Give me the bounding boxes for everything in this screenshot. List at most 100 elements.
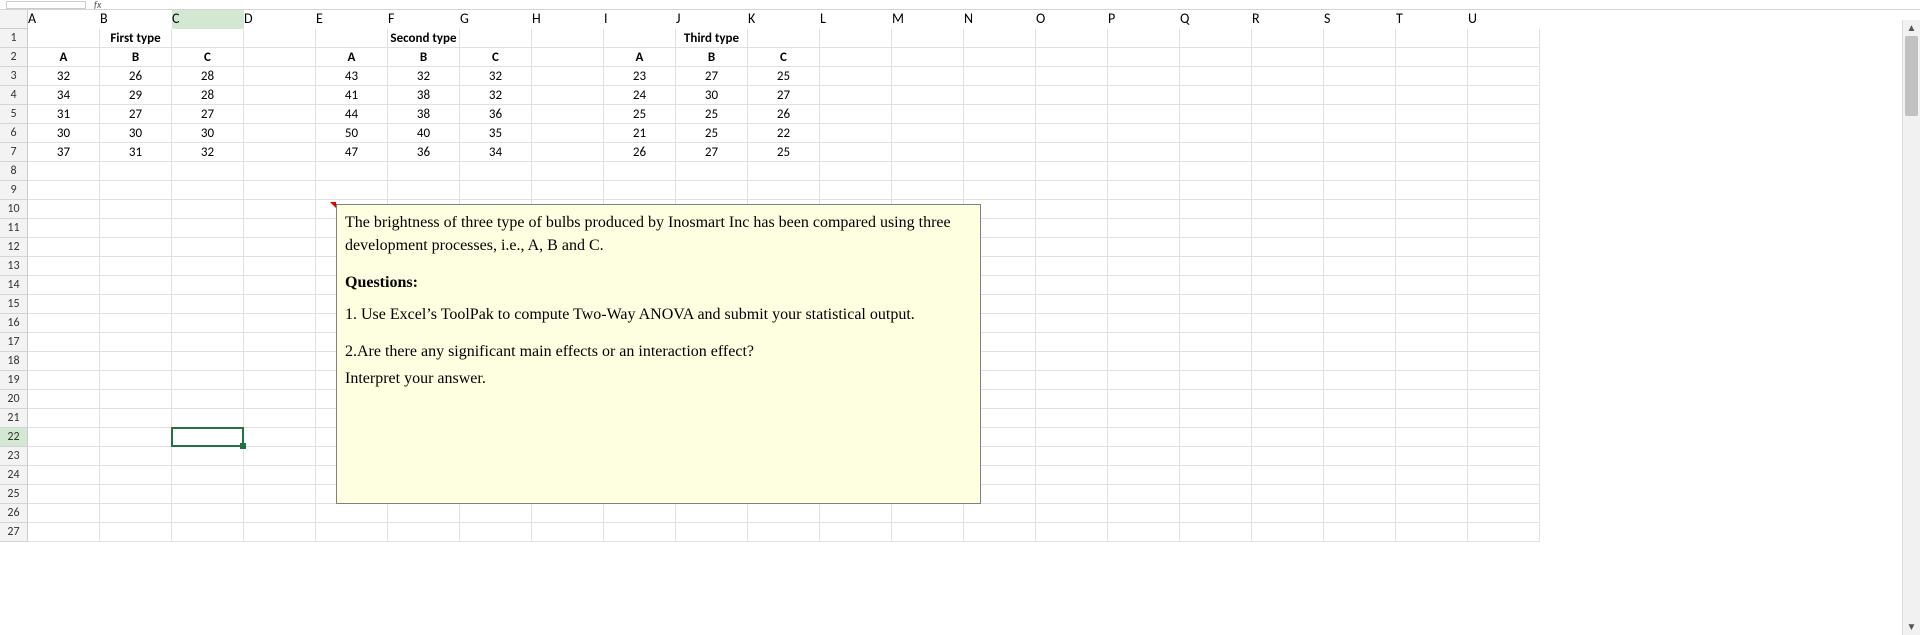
cell-F26[interactable] (388, 504, 460, 523)
cell-P12[interactable] (1108, 238, 1180, 257)
cell-P5[interactable] (1108, 105, 1180, 124)
cell-B24[interactable] (100, 466, 172, 485)
cell-D4[interactable] (244, 86, 316, 105)
cell-P26[interactable] (1108, 504, 1180, 523)
cell-N27[interactable] (964, 523, 1036, 542)
cell-U16[interactable] (1468, 314, 1540, 333)
row-header-23[interactable]: 23 (0, 447, 28, 466)
cell-B11[interactable] (100, 219, 172, 238)
select-all-corner[interactable] (0, 10, 28, 29)
cell-A4[interactable]: 34 (28, 86, 100, 105)
cell-S14[interactable] (1324, 276, 1396, 295)
cell-A22[interactable] (28, 428, 100, 447)
cell-B21[interactable] (100, 409, 172, 428)
cell-Q6[interactable] (1180, 124, 1252, 143)
cell-L26[interactable] (820, 504, 892, 523)
cell-N2[interactable] (964, 48, 1036, 67)
column-header-Q[interactable]: Q (1180, 10, 1252, 29)
cell-A15[interactable] (28, 295, 100, 314)
cell-S7[interactable] (1324, 143, 1396, 162)
cell-M9[interactable] (892, 181, 964, 200)
cell-C18[interactable] (172, 352, 244, 371)
cell-L7[interactable] (820, 143, 892, 162)
cell-F3[interactable]: 32 (388, 67, 460, 86)
cell-B18[interactable] (100, 352, 172, 371)
cell-S26[interactable] (1324, 504, 1396, 523)
cell-C12[interactable] (172, 238, 244, 257)
cell-U5[interactable] (1468, 105, 1540, 124)
row-header-21[interactable]: 21 (0, 409, 28, 428)
column-header-S[interactable]: S (1324, 10, 1396, 29)
column-header-M[interactable]: M (892, 10, 964, 29)
cell-L2[interactable] (820, 48, 892, 67)
row-header-25[interactable]: 25 (0, 485, 28, 504)
scroll-track[interactable] (1903, 36, 1920, 619)
cell-J8[interactable] (676, 162, 748, 181)
cell-N7[interactable] (964, 143, 1036, 162)
cell-Q26[interactable] (1180, 504, 1252, 523)
cell-O11[interactable] (1036, 219, 1108, 238)
cell-D23[interactable] (244, 447, 316, 466)
cell-P7[interactable] (1108, 143, 1180, 162)
cell-R20[interactable] (1252, 390, 1324, 409)
cell-D3[interactable] (244, 67, 316, 86)
cell-B6[interactable]: 30 (100, 124, 172, 143)
cell-U20[interactable] (1468, 390, 1540, 409)
cell-L4[interactable] (820, 86, 892, 105)
cell-E4[interactable]: 41 (316, 86, 388, 105)
row-header-26[interactable]: 26 (0, 504, 28, 523)
cell-P2[interactable] (1108, 48, 1180, 67)
cell-D2[interactable] (244, 48, 316, 67)
cell-K4[interactable]: 27 (748, 86, 820, 105)
cell-I9[interactable] (604, 181, 676, 200)
row-header-1[interactable]: 1 (0, 29, 28, 48)
cell-J2[interactable]: B (676, 48, 748, 67)
cell-U21[interactable] (1468, 409, 1540, 428)
cell-D11[interactable] (244, 219, 316, 238)
cell-O9[interactable] (1036, 181, 1108, 200)
cell-P27[interactable] (1108, 523, 1180, 542)
cell-Q2[interactable] (1180, 48, 1252, 67)
cell-T17[interactable] (1396, 333, 1468, 352)
cell-O14[interactable] (1036, 276, 1108, 295)
cell-H9[interactable] (532, 181, 604, 200)
cell-F4[interactable]: 38 (388, 86, 460, 105)
cell-C5[interactable]: 27 (172, 105, 244, 124)
cell-R16[interactable] (1252, 314, 1324, 333)
cell-O26[interactable] (1036, 504, 1108, 523)
column-header-G[interactable]: G (460, 10, 532, 29)
cell-S4[interactable] (1324, 86, 1396, 105)
cell-O1[interactable] (1036, 29, 1108, 48)
cell-Q16[interactable] (1180, 314, 1252, 333)
cell-O22[interactable] (1036, 428, 1108, 447)
cell-S19[interactable] (1324, 371, 1396, 390)
cell-Q3[interactable] (1180, 67, 1252, 86)
cell-E6[interactable]: 50 (316, 124, 388, 143)
cell-P20[interactable] (1108, 390, 1180, 409)
cell-R6[interactable] (1252, 124, 1324, 143)
cell-R8[interactable] (1252, 162, 1324, 181)
row-header-7[interactable]: 7 (0, 143, 28, 162)
cell-U19[interactable] (1468, 371, 1540, 390)
cell-P3[interactable] (1108, 67, 1180, 86)
fill-handle[interactable] (240, 443, 246, 449)
row-header-24[interactable]: 24 (0, 466, 28, 485)
cell-R7[interactable] (1252, 143, 1324, 162)
cell-J3[interactable]: 27 (676, 67, 748, 86)
cell-Q11[interactable] (1180, 219, 1252, 238)
row-header-15[interactable]: 15 (0, 295, 28, 314)
cell-D19[interactable] (244, 371, 316, 390)
cell-Q13[interactable] (1180, 257, 1252, 276)
cell-K9[interactable] (748, 181, 820, 200)
cell-C26[interactable] (172, 504, 244, 523)
cell-R15[interactable] (1252, 295, 1324, 314)
column-header-P[interactable]: P (1108, 10, 1180, 29)
row-header-5[interactable]: 5 (0, 105, 28, 124)
cell-Q17[interactable] (1180, 333, 1252, 352)
cell-K7[interactable]: 25 (748, 143, 820, 162)
cell-D12[interactable] (244, 238, 316, 257)
cell-O27[interactable] (1036, 523, 1108, 542)
cell-C9[interactable] (172, 181, 244, 200)
cell-H27[interactable] (532, 523, 604, 542)
cell-Q21[interactable] (1180, 409, 1252, 428)
